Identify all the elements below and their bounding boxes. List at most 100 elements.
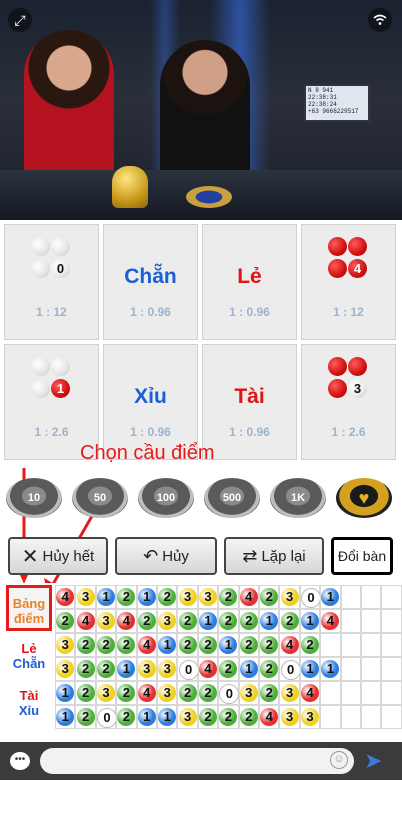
road-cell [381, 585, 402, 609]
send-icon[interactable]: ➤ [364, 748, 382, 774]
road-result-ball: 4 [137, 684, 156, 702]
road-result-ball: 1 [199, 612, 217, 630]
road-cell [340, 609, 361, 633]
tab-odd-even[interactable]: Lẻ Chẵn [6, 641, 52, 671]
road-result-ball: 0 [280, 660, 301, 680]
road-cell [320, 633, 341, 657]
road-grid: 4312123324230124342321221214322241221224… [55, 585, 402, 731]
road-result-ball: 3 [280, 684, 299, 702]
road-result-ball: 1 [301, 612, 319, 630]
table-monitor: N 8 941 22:38:31 22:38:24 +63 9666229517 [304, 84, 370, 122]
road-result-ball: 3 [97, 684, 115, 702]
chip-100[interactable]: 100 [138, 478, 194, 518]
bet-even-label: Chẵn [124, 265, 177, 288]
road-result-ball: 2 [137, 612, 156, 630]
road-cell [381, 609, 402, 633]
road-result-ball: 2 [239, 708, 258, 726]
road-result-ball: 2 [76, 660, 95, 678]
road-result-ball: 4 [280, 636, 299, 654]
road-result-ball: 3 [280, 708, 299, 726]
bet-big-label: Tài [234, 385, 265, 408]
road-result-ball: 3 [137, 660, 156, 678]
road-cell [381, 705, 402, 729]
road-result-ball: 2 [178, 636, 197, 654]
fullscreen-icon[interactable]: ⤢ [8, 8, 32, 32]
bet-four-white[interactable]: 0 1 : 12 [4, 224, 99, 340]
repeat-icon: ⇄ [242, 545, 258, 566]
road-result-ball: 2 [76, 708, 95, 726]
road-cell [340, 657, 361, 681]
bet-odd-label: Lẻ [237, 265, 262, 288]
road-result-ball: 4 [301, 684, 319, 702]
bet-three-red-one-white[interactable]: 3 1 : 2.6 [301, 344, 396, 460]
road-cell [361, 705, 382, 729]
road-result-ball: 2 [239, 636, 258, 654]
road-result-ball: 1 [239, 660, 258, 678]
road-cell [381, 633, 402, 657]
result-road: Bảng điểm Lẻ Chẵn Tài Xỉu 43121233242301243… [0, 583, 402, 733]
road-result-ball: 2 [301, 636, 319, 654]
bet-even[interactable]: Chẵn 1 : 0.96 [103, 224, 198, 340]
road-result-ball: 3 [199, 588, 217, 606]
road-result-ball: 0 [178, 660, 199, 680]
road-result-ball: 4 [199, 660, 217, 678]
bet-big[interactable]: Tài 1 : 0.96 [202, 344, 297, 460]
road-result-ball: 2 [97, 636, 115, 654]
road-cell [381, 681, 402, 705]
road-cell [361, 609, 382, 633]
close-icon: ✕ [21, 545, 39, 568]
road-result-ball: 3 [178, 588, 197, 606]
dice-shaker [112, 166, 148, 208]
road-result-ball: 2 [76, 636, 95, 654]
road-result-ball: 2 [199, 684, 217, 702]
road-result-ball: 2 [199, 708, 217, 726]
road-result-ball: 4 [137, 636, 156, 654]
chip-10[interactable]: 10 [6, 478, 62, 518]
road-result-ball: 2 [76, 684, 95, 702]
road-result-ball: 4 [76, 612, 95, 630]
cancel-all-button[interactable]: ✕ Hủy hết [8, 537, 108, 575]
road-result-ball: 3 [178, 708, 197, 726]
road-cell [381, 657, 402, 681]
road-result-ball: 2 [199, 636, 217, 654]
dice-plate [186, 186, 232, 208]
wifi-signal-icon[interactable] [368, 8, 392, 32]
repeat-button[interactable]: ⇄ Lặp lại [224, 537, 324, 575]
chip-500[interactable]: 500 [204, 478, 260, 518]
tab-big-small[interactable]: Tài Xỉu [6, 688, 52, 718]
road-cell [340, 585, 361, 609]
road-result-ball: 1 [137, 708, 156, 726]
road-result-ball: 2 [178, 612, 197, 630]
road-cell [320, 705, 341, 729]
road-result-ball: 3 [280, 588, 299, 606]
road-result-ball: 1 [137, 588, 156, 606]
road-result-ball: 0 [97, 708, 117, 728]
road-result-ball: 2 [178, 684, 197, 702]
road-cell [340, 681, 361, 705]
live-video: N 8 941 22:38:31 22:38:24 +63 9666229517… [0, 0, 402, 220]
road-result-ball: 1 [97, 588, 115, 606]
road-result-ball: 3 [97, 612, 115, 630]
chat-bubble-icon[interactable]: ••• [10, 752, 30, 770]
chat-input[interactable]: ☺ [40, 748, 354, 774]
road-result-ball: 0 [301, 588, 321, 608]
change-table-button[interactable]: Đổi bàn [331, 537, 393, 575]
road-result-ball: 3 [76, 588, 95, 606]
road-result-ball: 3 [301, 708, 319, 726]
chip-50[interactable]: 50 [72, 478, 128, 518]
bet-small-label: Xỉu [134, 385, 167, 408]
road-result-ball: 4 [239, 588, 258, 606]
tab-points[interactable]: Bảng điểm [6, 585, 52, 631]
road-result-ball: 1 [301, 660, 319, 678]
cancel-button[interactable]: ↶ Hủy [115, 537, 217, 575]
chip-heart[interactable]: ♥ [336, 478, 392, 518]
bet-odd[interactable]: Lẻ 1 : 0.96 [202, 224, 297, 340]
road-cell [340, 633, 361, 657]
emoji-icon[interactable]: ☺ [330, 751, 348, 769]
road-cell [320, 681, 341, 705]
chip-1k[interactable]: 1K [270, 478, 326, 518]
road-cell [361, 657, 382, 681]
undo-icon: ↶ [143, 545, 159, 566]
road-result-ball: 3 [239, 684, 258, 702]
bet-four-red[interactable]: 4 1 : 12 [301, 224, 396, 340]
